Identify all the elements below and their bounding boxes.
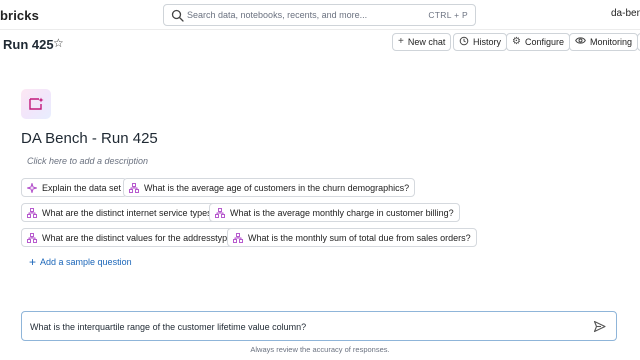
configure-label: Configure [524, 37, 564, 47]
data-nodes-icon [27, 207, 37, 218]
send-icon[interactable] [593, 320, 606, 333]
data-nodes-icon [129, 182, 139, 193]
search-icon [171, 9, 184, 22]
sample-question-chip[interactable]: Explain the data set [21, 178, 128, 197]
chat-sparkle-icon [29, 97, 44, 110]
sample-question-chip[interactable]: What are the distinct internet service t… [21, 203, 223, 222]
search-placeholder: Search data, notebooks, recents, and mor… [187, 10, 368, 20]
sample-question-label: What is the monthly sum of total due fro… [248, 232, 471, 243]
sample-question-label: Explain the data set [42, 182, 122, 193]
top-bar: bricks Search data, notebooks, recents, … [0, 0, 640, 30]
sample-question-chip[interactable]: What is the average monthly charge in cu… [209, 203, 460, 222]
description-placeholder[interactable]: Click here to add a description [27, 156, 148, 166]
data-nodes-icon [233, 232, 243, 243]
accuracy-disclaimer: Always review the accuracy of responses. [250, 345, 390, 354]
gear-icon: ⚙ [512, 36, 521, 47]
workspace-name[interactable]: da-ben [611, 8, 640, 19]
sample-question-chip[interactable]: What are the distinct values for the add… [21, 228, 244, 247]
global-search[interactable]: Search data, notebooks, recents, and mor… [163, 4, 476, 26]
monitoring-button[interactable]: Monitoring [569, 33, 639, 51]
new-chat-label: New chat [407, 37, 446, 47]
brand-logo[interactable]: bricks [0, 8, 39, 23]
plus-icon: + [29, 255, 37, 269]
chat-input[interactable]: What is the interquartile range of the c… [21, 311, 617, 341]
new-chat-button[interactable]: + New chat [392, 33, 452, 51]
add-sample-question-label: Add a sample question [40, 257, 132, 267]
add-sample-question-link[interactable]: + Add a sample question [29, 256, 132, 268]
configure-button[interactable]: ⚙ Configure [506, 33, 570, 51]
genie-space-icon [21, 89, 51, 119]
eye-icon [575, 36, 586, 48]
favorite-star-icon[interactable]: ☆ [53, 36, 64, 50]
sample-question-label: What is the average monthly charge in cu… [230, 207, 454, 218]
plus-icon: + [398, 36, 404, 47]
history-icon [459, 36, 469, 49]
history-button[interactable]: History [453, 33, 508, 51]
history-label: History [473, 37, 502, 47]
sample-question-label: What is the average age of customers in … [144, 182, 410, 193]
data-nodes-icon [27, 232, 37, 243]
page-title: Run 425 [3, 37, 54, 52]
sparkle-icon [27, 182, 37, 193]
chat-input-text[interactable]: What is the interquartile range of the c… [30, 322, 306, 332]
sample-question-chip[interactable]: What is the average age of customers in … [123, 178, 416, 197]
monitoring-label: Monitoring [590, 37, 633, 47]
search-shortcut-hint: CTRL + P [428, 10, 468, 20]
sample-question-label: What are the distinct internet service t… [42, 207, 217, 218]
sample-question-label: What are the distinct values for the add… [42, 232, 238, 243]
data-nodes-icon [215, 207, 225, 218]
sample-question-chip[interactable]: What is the monthly sum of total due fro… [227, 228, 477, 247]
space-title: DA Bench - Run 425 [21, 130, 158, 147]
